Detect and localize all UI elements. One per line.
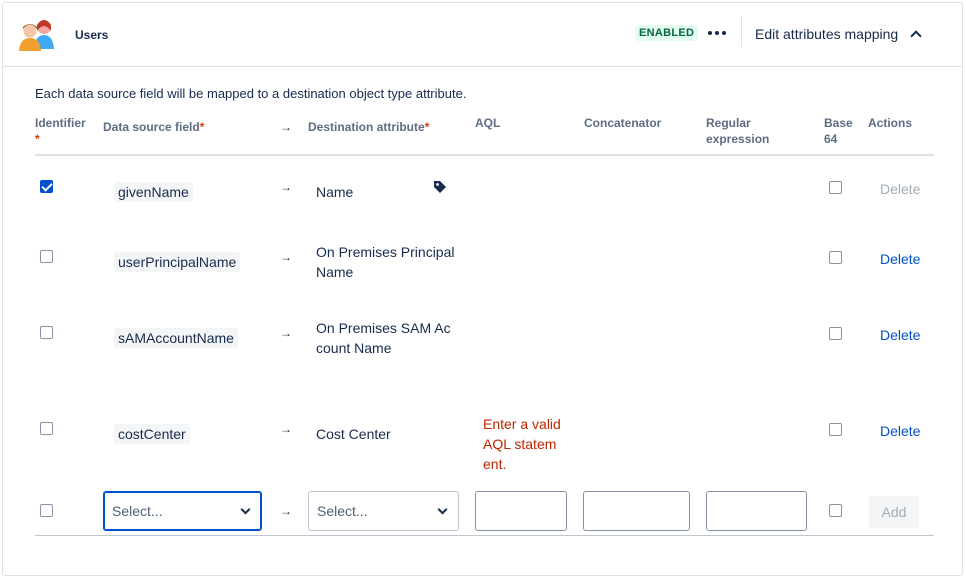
add-button[interactable]: Add — [869, 496, 919, 528]
destination-attribute: On Premises SAM Account Name — [316, 320, 451, 356]
data-source-field-select-value: Select... — [112, 503, 163, 519]
new-identifier-checkbox[interactable] — [40, 504, 53, 517]
page-title: Users — [75, 28, 109, 42]
base64-checkbox[interactable] — [829, 327, 842, 340]
status-badge: ENABLED — [635, 25, 699, 41]
more-actions-button[interactable] — [703, 19, 731, 47]
data-source-field-tag: sAMAccountName — [114, 328, 238, 348]
destination-attribute: On Premises Principal Name — [316, 244, 455, 280]
users-group-icon — [19, 20, 54, 51]
required-marker: * — [35, 132, 40, 146]
mapping-arrow-icon: → — [280, 250, 292, 264]
more-horizontal-icon — [708, 31, 712, 35]
new-base64-checkbox[interactable] — [829, 504, 842, 517]
identifier-checkbox[interactable] — [40, 326, 53, 339]
users-mapping-card: Users ENABLED Edit attributes mapping Ea… — [2, 2, 963, 576]
delete-button[interactable]: Delete — [880, 327, 920, 343]
table-header-divider — [35, 154, 934, 156]
column-header-identifier: Identifier * — [35, 115, 86, 147]
chevron-down-icon — [240, 504, 251, 514]
column-header-identifier-label: Identifier — [35, 116, 86, 130]
mapping-arrow-icon: → — [280, 504, 292, 518]
column-header-base64: Base 64 — [824, 116, 853, 146]
destination-attribute-select[interactable]: Select... — [308, 491, 459, 531]
destination-attribute: Cost Center — [316, 426, 391, 442]
aql-input[interactable] — [475, 491, 567, 531]
table-footer-divider — [35, 535, 934, 536]
mapping-arrow-icon: → — [280, 326, 292, 340]
required-marker: * — [199, 120, 205, 134]
data-source-field-select[interactable]: Select... — [103, 491, 262, 531]
required-marker: * — [424, 120, 430, 134]
data-source-field-tag: givenName — [114, 182, 193, 202]
delete-button[interactable]: Delete — [880, 423, 920, 439]
regular-expression-input[interactable] — [706, 491, 807, 531]
column-header-arrow: → — [280, 120, 292, 134]
mapping-arrow-icon: → — [280, 180, 292, 194]
base64-checkbox[interactable] — [829, 251, 842, 264]
mapping-description: Each data source field will be mapped to… — [35, 86, 467, 101]
delete-button[interactable]: Delete — [880, 181, 920, 197]
more-horizontal-icon — [715, 31, 719, 35]
column-header-actions: Actions — [868, 116, 913, 130]
card-header: Users ENABLED Edit attributes mapping — [3, 3, 962, 67]
edit-attributes-mapping-toggle[interactable]: Edit attributes mapping — [755, 21, 922, 47]
more-horizontal-icon — [722, 31, 726, 35]
data-source-field-tag: costCenter — [114, 424, 190, 444]
header-divider — [741, 15, 742, 47]
mapping-arrow-icon: → — [280, 422, 292, 436]
data-source-field-tag: userPrincipalName — [114, 252, 241, 272]
identifier-checkbox[interactable] — [40, 250, 53, 263]
chevron-down-icon — [437, 504, 448, 514]
concatenator-input[interactable] — [583, 491, 690, 531]
identifier-checkbox[interactable] — [40, 422, 53, 435]
base64-checkbox[interactable] — [829, 423, 842, 436]
edit-attributes-mapping-label: Edit attributes mapping — [755, 26, 899, 42]
column-header-destination-attribute: Destination attribute* — [308, 119, 429, 135]
column-header-aql: AQL — [475, 116, 501, 130]
column-header-data-source-field-label: Data source field — [103, 120, 200, 134]
chevron-up-icon — [910, 30, 922, 42]
column-header-data-source-field: Data source field* — [103, 119, 204, 135]
column-header-concatenator: Concatenator — [584, 116, 662, 130]
identifier-checkbox[interactable] — [40, 180, 53, 193]
delete-button[interactable]: Delete — [880, 251, 920, 267]
column-header-destination-attribute-label: Destination attribute — [308, 120, 425, 134]
destination-attribute-select-value: Select... — [317, 503, 368, 519]
column-header-regular-expression: Regular expression — [706, 116, 770, 146]
base64-checkbox[interactable] — [829, 181, 842, 194]
tag-icon — [434, 181, 446, 193]
aql-error-message: Enter a valid AQL statement. — [483, 416, 561, 472]
